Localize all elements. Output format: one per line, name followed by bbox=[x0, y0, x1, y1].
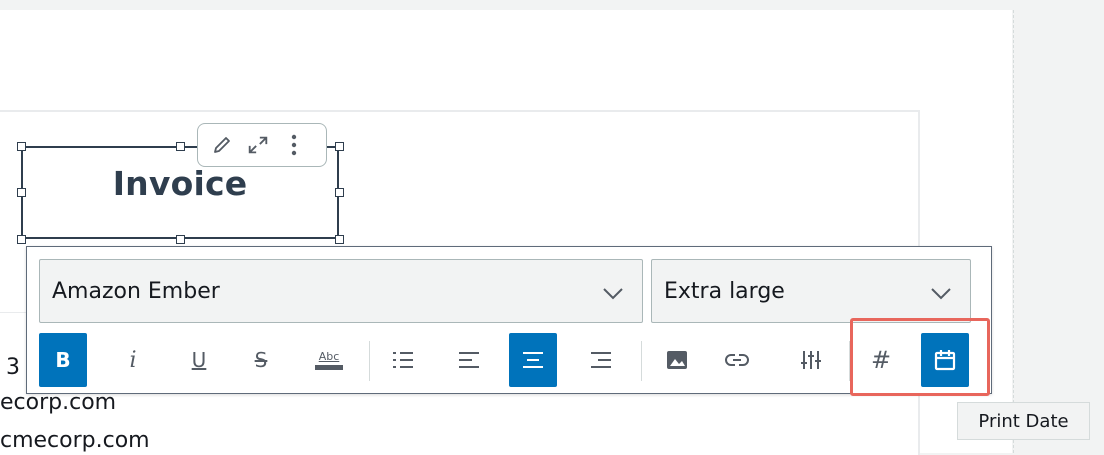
resize-handle-top-left[interactable] bbox=[17, 142, 26, 151]
align-center-button[interactable] bbox=[509, 333, 557, 387]
sheet-divider bbox=[0, 312, 26, 313]
text-highlight-label: Abc bbox=[318, 350, 340, 363]
strikethrough-icon: S bbox=[254, 348, 268, 372]
tooltip: Print Date bbox=[957, 402, 1090, 440]
text-highlight-bar bbox=[315, 365, 343, 370]
text-highlight-button[interactable]: Abc bbox=[305, 333, 353, 387]
partial-digit: 3 bbox=[6, 355, 20, 380]
strikethrough-button[interactable]: S bbox=[237, 333, 285, 387]
bulleted-list-button[interactable] bbox=[379, 333, 427, 387]
insert-link-button[interactable] bbox=[713, 333, 761, 387]
font-family-value: Amazon Ember bbox=[52, 278, 220, 304]
insert-parameter-button[interactable] bbox=[787, 333, 835, 387]
font-size-value: Extra large bbox=[664, 278, 785, 304]
resize-handle-bottom-left[interactable] bbox=[17, 235, 26, 244]
align-right-icon bbox=[591, 352, 611, 368]
align-left-button[interactable] bbox=[445, 333, 493, 387]
expand-icon[interactable] bbox=[246, 133, 270, 157]
format-button-row: B i U S Abc # bbox=[27, 331, 991, 391]
image-icon bbox=[667, 351, 687, 369]
resize-handle-bottom[interactable] bbox=[176, 235, 185, 244]
italic-icon: i bbox=[129, 347, 137, 373]
callout-highlight-box bbox=[850, 318, 990, 396]
align-left-icon bbox=[459, 352, 479, 368]
font-family-select[interactable]: Amazon Ember bbox=[39, 259, 643, 323]
link-icon bbox=[725, 354, 749, 366]
list-icon bbox=[393, 352, 413, 368]
text-highlight-icon: Abc bbox=[315, 350, 343, 370]
text-format-toolbar: Amazon Ember Extra large B i U S Abc # bbox=[26, 246, 992, 394]
bold-button[interactable]: B bbox=[39, 333, 87, 387]
chevron-down-icon bbox=[602, 282, 624, 307]
font-size-select[interactable]: Extra large bbox=[651, 259, 971, 323]
resize-handle-top[interactable] bbox=[176, 142, 185, 151]
invoice-title[interactable]: Invoice bbox=[21, 164, 339, 203]
resize-handle-bottom-right[interactable] bbox=[335, 235, 344, 244]
align-center-icon bbox=[523, 352, 543, 368]
divider bbox=[369, 341, 370, 381]
email-line-2: cmecorp.com bbox=[0, 428, 150, 453]
resize-handle-top-right[interactable] bbox=[335, 142, 344, 151]
italic-button[interactable]: i bbox=[109, 333, 157, 387]
sliders-icon bbox=[801, 351, 821, 369]
bold-icon: B bbox=[55, 348, 71, 372]
underline-icon: U bbox=[191, 348, 207, 372]
underline-button[interactable]: U bbox=[175, 333, 223, 387]
insert-image-button[interactable] bbox=[653, 333, 701, 387]
pencil-icon[interactable] bbox=[210, 133, 234, 157]
align-right-button[interactable] bbox=[577, 333, 625, 387]
chevron-down-icon bbox=[930, 282, 952, 307]
more-vertical-icon[interactable] bbox=[282, 133, 306, 157]
tooltip-text: Print Date bbox=[978, 410, 1069, 432]
element-mini-toolbar bbox=[197, 123, 327, 167]
canvas-boundary bbox=[1013, 10, 1014, 453]
divider bbox=[641, 341, 642, 381]
